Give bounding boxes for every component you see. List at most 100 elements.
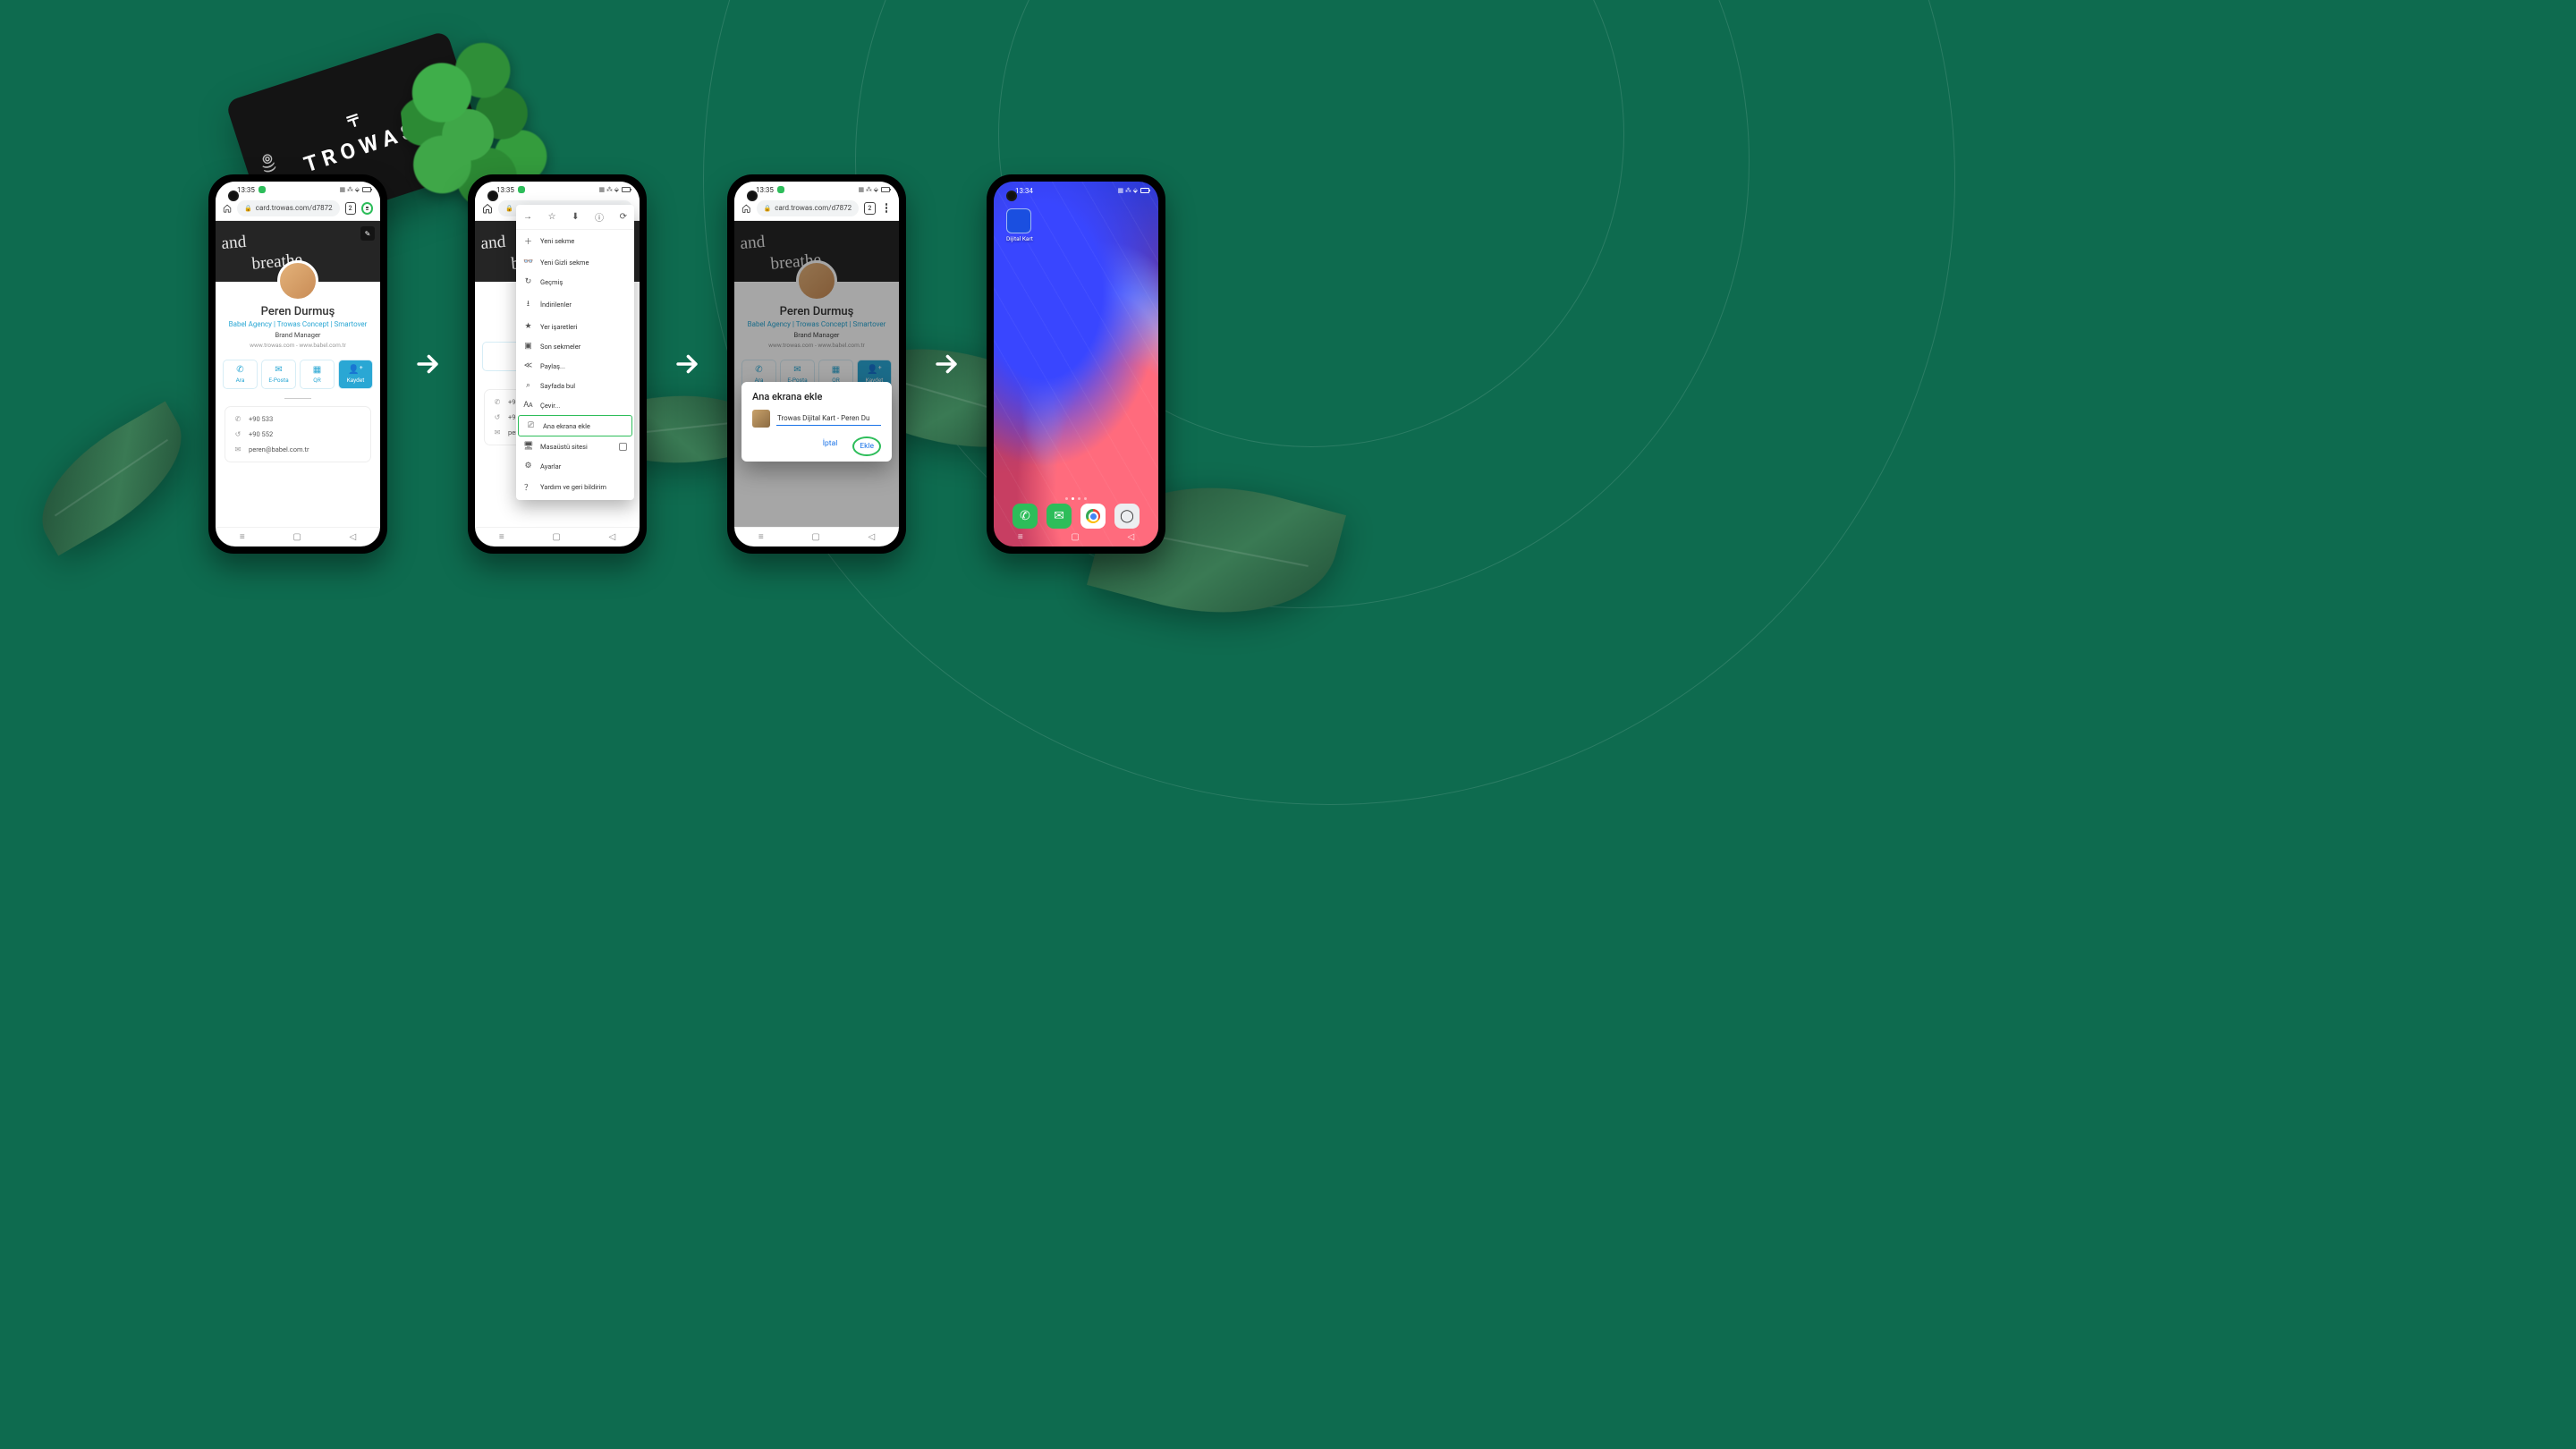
browser-menu-button[interactable] [881,202,892,215]
shortcut-label: Dijital Kart [1006,233,1033,242]
arrow-icon [410,349,445,379]
dock-messages-app[interactable]: ✉ [1046,504,1072,529]
dock: ✆ ✉ ◯ [994,504,1158,529]
profile-company: Babel Agency | Trowas Concept | Smartove… [223,318,373,331]
profile-role: Brand Manager [223,331,373,339]
menu-recent-tabs[interactable]: ▣Son sekmeler [516,336,634,356]
add-home-icon: ⎚ [526,421,536,430]
menu-add-to-home[interactable]: ⎚Ana ekrana ekle [518,415,632,436]
notification-dot-icon [777,186,784,193]
download-icon[interactable]: ⬇ [572,212,579,222]
step3-phone: 13:35 ▦ ⁂ ⬙ 🔒card.trowas.com/d7872 2 Per… [727,174,906,554]
qr-button[interactable]: ▦QR [300,360,335,389]
battery-icon [622,187,631,192]
dock-chrome-app[interactable] [1080,504,1106,529]
android-nav-bar: ≡ ▢ ◁ [216,527,380,547]
notification-dot-icon [518,186,525,193]
home-nav-icon[interactable]: ▢ [1071,532,1079,542]
mail-icon: ✉ [264,365,293,375]
bookmark-icon[interactable]: ☆ [548,212,556,222]
signal-icon: ▦ ⁂ ⬙ [1118,187,1138,194]
profile-name: Peren Durmuş [223,305,373,318]
phone-row[interactable]: ↺+90 552 [225,427,370,442]
tabs-icon: ▣ [523,342,533,351]
menu-desktop-site[interactable]: 🖥Masaüstü sitesi [516,436,634,456]
forward-icon[interactable]: → [523,212,532,222]
home-nav-icon[interactable]: ▢ [292,532,301,542]
shortcut-name-input[interactable]: Trowas Dijital Kart - Peren Du [776,411,881,426]
profile-banner: ✎ [216,221,380,282]
menu-settings[interactable]: ⚙Ayarlar [516,456,634,476]
battery-icon [362,187,371,192]
menu-help[interactable]: ？Yardım ve geri bildirim [516,476,634,498]
lock-icon: 🔒 [244,205,252,212]
dock-camera-app[interactable]: ◯ [1114,504,1140,529]
home-shortcut[interactable]: Dijital Kart [1006,208,1033,242]
history-icon: ↻ [523,277,533,286]
arrow-icon [928,349,964,379]
phone-icon: ↺ [493,413,502,421]
cancel-button[interactable]: İptal [818,436,843,456]
nfc-icon: ⦾)) [258,152,278,174]
menu-translate[interactable]: 🗛Çevir... [516,395,634,415]
signal-icon: ▦ ⁂ ⬙ [599,186,619,193]
dock-phone-app[interactable]: ✆ [1013,504,1038,529]
recents-icon[interactable]: ≡ [1018,532,1023,542]
mail-icon: ✉ [233,445,242,453]
signal-icon: ▦ ⁂ ⬙ [859,186,878,193]
menu-downloads[interactable]: ⭳İndirilenler [516,292,634,317]
gear-icon: ⚙ [523,462,533,470]
home-icon[interactable] [482,203,493,214]
email-button[interactable]: ✉E-Posta [261,360,296,389]
tab-switcher[interactable]: 2 [864,202,876,215]
clock: 13:35 [237,186,255,194]
menu-share[interactable]: ≪Paylaş... [516,356,634,376]
add-to-home-dialog: Ana ekrana ekle Trowas Dijital Kart - Pe… [741,382,892,462]
recents-icon[interactable]: ≡ [758,532,764,542]
browser-menu-button[interactable] [361,202,373,215]
home-icon[interactable] [741,203,751,214]
url-field[interactable]: 🔒card.trowas.com/d7872 [757,200,860,216]
status-bar: 13:34 ▦ ⁂ ⬙ [994,182,1158,196]
status-bar: 13:35 ▦ ⁂ ⬙ [734,182,899,196]
menu-history[interactable]: ↻Geçmiş [516,272,634,292]
add-button[interactable]: Ekle [852,436,881,456]
menu-incognito[interactable]: 👓Yeni Gizli sekme [516,252,634,272]
page-indicator [994,497,1158,500]
android-nav-bar: ≡ ▢ ◁ [475,527,640,547]
email-row[interactable]: ✉peren@babel.com.tr [225,442,370,457]
home-icon[interactable] [223,203,232,214]
star-icon: ★ [523,322,533,331]
clock: 13:35 [496,186,514,194]
call-button[interactable]: ✆Ara [223,360,258,389]
lock-icon: 🔒 [764,205,772,212]
clock: 13:34 [1015,187,1033,195]
battery-icon [1140,188,1149,193]
tab-switcher[interactable]: 2 [345,202,356,215]
menu-bookmarks[interactable]: ★Yer işaretleri [516,317,634,336]
shortcut-icon [1006,208,1031,233]
back-icon[interactable]: ◁ [608,532,615,542]
back-icon[interactable]: ◁ [349,532,356,542]
recents-icon[interactable]: ≡ [499,532,504,542]
step4-phone: 13:34 ▦ ⁂ ⬙ Dijital Kart ✆ ✉ ◯ ≡ ▢ ◁ [987,174,1165,554]
back-icon[interactable]: ◁ [1127,532,1134,542]
checkbox-icon[interactable] [619,443,627,451]
refresh-icon[interactable]: ⟳ [620,212,627,222]
info-icon[interactable]: ⓘ [595,210,604,224]
url-field[interactable]: 🔒card.trowas.com/d7872 [237,200,340,216]
qr-icon: ▦ [302,365,332,375]
browser-overflow-menu: → ☆ ⬇ ⓘ ⟳ ＋Yeni sekme 👓Yeni Gizli sekme … [516,205,634,500]
edit-icon[interactable]: ✎ [360,226,375,241]
menu-find[interactable]: ⌕Sayfada bul [516,376,634,395]
plus-icon: ＋ [523,235,533,247]
phone-row[interactable]: ✆+90 533 [225,411,370,427]
back-icon[interactable]: ◁ [868,532,875,542]
menu-new-tab[interactable]: ＋Yeni sekme [516,230,634,252]
save-button[interactable]: 👤⁺Kaydet [338,360,373,389]
home-nav-icon[interactable]: ▢ [811,532,819,542]
divider [284,398,311,399]
recents-icon[interactable]: ≡ [240,532,245,542]
home-nav-icon[interactable]: ▢ [552,532,560,542]
phone-icon: ✆ [225,365,255,375]
